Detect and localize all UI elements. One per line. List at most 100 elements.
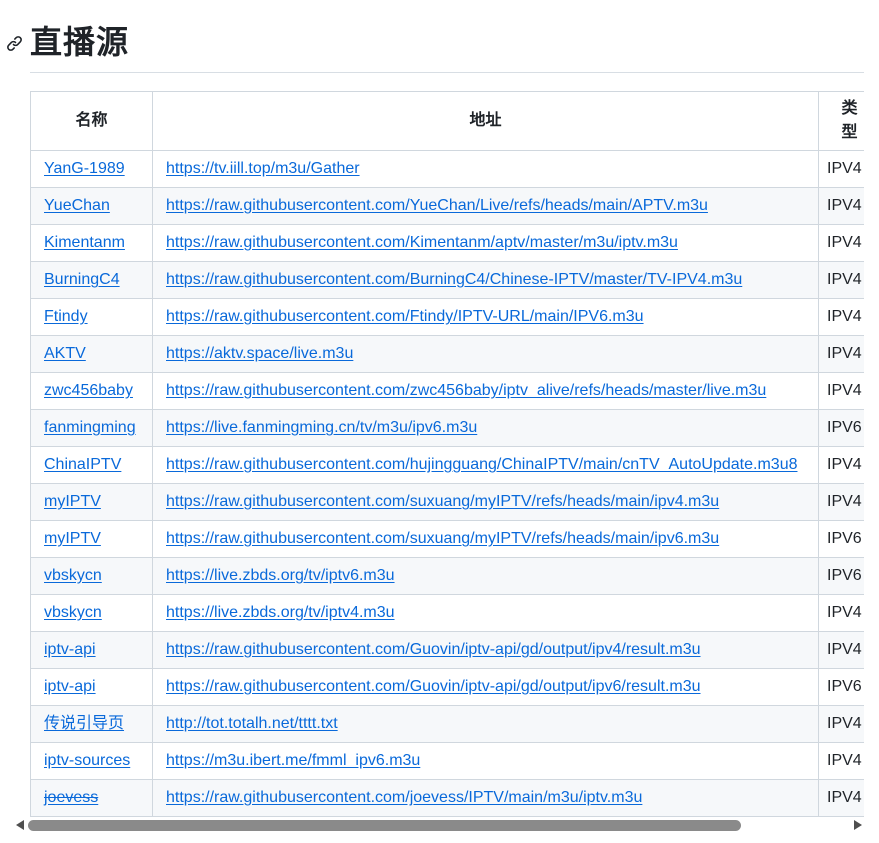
- ip-type-cell: IPV6: [819, 521, 865, 558]
- source-url-link[interactable]: https://raw.githubusercontent.com/Ftindy…: [166, 308, 644, 325]
- ip-type-cell: IPV4: [819, 632, 865, 669]
- source-url-cell: https://raw.githubusercontent.com/Kiment…: [153, 225, 819, 262]
- link-icon[interactable]: [6, 35, 23, 52]
- column-header-name-label: 名称: [75, 112, 107, 129]
- ip-type-cell: IPV4: [819, 595, 865, 632]
- source-url-link[interactable]: http://tot.totalh.net/tttt.txt: [166, 715, 338, 732]
- ip-type-cell: IPV4: [819, 262, 865, 299]
- source-name-cell: vbskycn: [31, 558, 153, 595]
- scrollbar-thumb[interactable]: [28, 820, 741, 831]
- source-url-cell: https://raw.githubusercontent.com/joeves…: [153, 780, 819, 817]
- column-header-name: 名称: [31, 92, 153, 151]
- table-row: zwc456baby https://raw.githubusercontent.…: [31, 373, 865, 410]
- source-name-cell: iptv-api: [31, 669, 153, 706]
- column-header-address-label: 地址: [469, 112, 501, 129]
- ip-type-cell: IPV4: [819, 780, 865, 817]
- table-row: iptv-api https://raw.githubusercontent.co…: [31, 669, 865, 706]
- source-url-cell: https://raw.githubusercontent.com/suxuan…: [153, 484, 819, 521]
- ip-type-cell: IPV4: [819, 484, 865, 521]
- table-row: joevess https://raw.githubusercontent.com…: [31, 780, 865, 817]
- source-name-link[interactable]: iptv-api: [44, 678, 96, 695]
- source-url-cell: https://m3u.ibert.me/fmml_ipv6.m3u: [153, 743, 819, 780]
- sources-table-container[interactable]: 名称 地址 类型 YanG-1989 https://tv.iill.top/m3…: [30, 91, 864, 817]
- source-url-link[interactable]: https://raw.githubusercontent.com/joeves…: [166, 789, 642, 806]
- table-row: Kimentanm https://raw.githubusercontent.c…: [31, 225, 865, 262]
- source-name-link[interactable]: myIPTV: [44, 493, 101, 510]
- source-url-cell: http://tot.totalh.net/tttt.txt: [153, 706, 819, 743]
- horizontal-scrollbar[interactable]: [16, 818, 862, 831]
- column-header-address: 地址: [153, 92, 819, 151]
- source-url-link[interactable]: https://aktv.space/live.m3u: [166, 345, 353, 362]
- source-name-cell: iptv-api: [31, 632, 153, 669]
- source-url-cell: https://raw.githubusercontent.com/suxuan…: [153, 521, 819, 558]
- source-url-link[interactable]: https://raw.githubusercontent.com/Guovin…: [166, 678, 701, 695]
- source-url-link[interactable]: https://raw.githubusercontent.com/Burnin…: [166, 271, 742, 288]
- source-name-cell: zwc456baby: [31, 373, 153, 410]
- sources-table: 名称 地址 类型 YanG-1989 https://tv.iill.top/m3…: [30, 91, 864, 817]
- ip-type-cell: IPV4: [819, 151, 865, 188]
- source-name-link[interactable]: joevess: [44, 789, 98, 806]
- table-row: iptv-api https://raw.githubusercontent.co…: [31, 632, 865, 669]
- source-name-cell: Kimentanm: [31, 225, 153, 262]
- source-url-link[interactable]: https://m3u.ibert.me/fmml_ipv6.m3u: [166, 752, 420, 769]
- table-row: YueChan https://raw.githubusercontent.com…: [31, 188, 865, 225]
- source-name-link[interactable]: iptv-api: [44, 641, 96, 658]
- table-row: YanG-1989 https://tv.iill.top/m3u/Gather I…: [31, 151, 865, 188]
- table-row: BurningC4 https://raw.githubusercontent.c…: [31, 262, 865, 299]
- source-url-link[interactable]: https://raw.githubusercontent.com/zwc456…: [166, 382, 766, 399]
- source-url-cell: https://raw.githubusercontent.com/Ftindy…: [153, 299, 819, 336]
- source-name-link[interactable]: vbskycn: [44, 604, 102, 621]
- source-name-link[interactable]: 传说引导页: [44, 715, 124, 732]
- source-url-link[interactable]: https://raw.githubusercontent.com/Guovin…: [166, 641, 701, 658]
- ip-type-cell: IPV4: [819, 225, 865, 262]
- table-header-row: 名称 地址 类型: [31, 92, 865, 151]
- markdown-body: 直播源 名称 地址 类型 Y: [30, 22, 864, 817]
- source-url-link[interactable]: https://tv.iill.top/m3u/Gather: [166, 160, 360, 177]
- source-name-cell: fanmingming: [31, 410, 153, 447]
- scrollbar-track[interactable]: [28, 819, 850, 831]
- source-url-cell: https://raw.githubusercontent.com/zwc456…: [153, 373, 819, 410]
- table-row: vbskycn https://live.zbds.org/tv/iptv6.m3…: [31, 558, 865, 595]
- scroll-left-arrow-icon[interactable]: [16, 820, 24, 830]
- source-name-link[interactable]: AKTV: [44, 345, 86, 362]
- source-name-link[interactable]: myIPTV: [44, 530, 101, 547]
- source-name-cell: YueChan: [31, 188, 153, 225]
- source-name-link[interactable]: YueChan: [44, 197, 110, 214]
- source-url-link[interactable]: https://raw.githubusercontent.com/Kiment…: [166, 234, 678, 251]
- source-name-link[interactable]: YanG-1989: [44, 160, 125, 177]
- source-url-link[interactable]: https://live.fanmingming.cn/tv/m3u/ipv6.…: [166, 419, 477, 436]
- source-url-link[interactable]: https://raw.githubusercontent.com/suxuan…: [166, 530, 719, 547]
- source-url-link[interactable]: https://live.zbds.org/tv/iptv4.m3u: [166, 604, 395, 621]
- source-name-cell: YanG-1989: [31, 151, 153, 188]
- source-url-cell: https://raw.githubusercontent.com/Burnin…: [153, 262, 819, 299]
- source-name-link[interactable]: fanmingming: [44, 419, 136, 436]
- source-name-cell: BurningC4: [31, 262, 153, 299]
- source-name-cell: joevess: [31, 780, 153, 817]
- source-url-cell: https://raw.githubusercontent.com/hujing…: [153, 447, 819, 484]
- source-name-cell: Ftindy: [31, 299, 153, 336]
- source-url-link[interactable]: https://raw.githubusercontent.com/suxuan…: [166, 493, 719, 510]
- ip-type-cell: IPV6: [819, 669, 865, 706]
- source-name-link[interactable]: iptv-sources: [44, 752, 130, 769]
- source-name-link[interactable]: vbskycn: [44, 567, 102, 584]
- source-url-link[interactable]: https://raw.githubusercontent.com/YueCha…: [166, 197, 708, 214]
- ip-type-cell: IPV6: [819, 558, 865, 595]
- source-name-link[interactable]: ChinaIPTV: [44, 456, 121, 473]
- table-row: vbskycn https://live.zbds.org/tv/iptv4.m3…: [31, 595, 865, 632]
- source-name-link[interactable]: zwc456baby: [44, 382, 133, 399]
- source-name-link[interactable]: Kimentanm: [44, 234, 125, 251]
- ip-type-cell: IPV4: [819, 336, 865, 373]
- table-row: AKTV https://aktv.space/live.m3u IPV4: [31, 336, 865, 373]
- table-row: 传说引导页http://tot.totalh.net/tttt.txtIPV4: [31, 706, 865, 743]
- table-row: myIPTV https://raw.githubusercontent.com/…: [31, 484, 865, 521]
- page-title: 直播源: [30, 22, 864, 73]
- ip-type-cell: IPV4: [819, 373, 865, 410]
- source-url-link[interactable]: https://raw.githubusercontent.com/hujing…: [166, 456, 797, 473]
- source-name-link[interactable]: Ftindy: [44, 308, 88, 325]
- source-name-link[interactable]: BurningC4: [44, 271, 120, 288]
- source-url-link[interactable]: https://live.zbds.org/tv/iptv6.m3u: [166, 567, 395, 584]
- column-header-type-label: 类型: [841, 97, 859, 145]
- source-url-cell: https://live.zbds.org/tv/iptv6.m3u: [153, 558, 819, 595]
- scroll-right-arrow-icon[interactable]: [854, 820, 862, 830]
- table-row: myIPTV https://raw.githubusercontent.com/…: [31, 521, 865, 558]
